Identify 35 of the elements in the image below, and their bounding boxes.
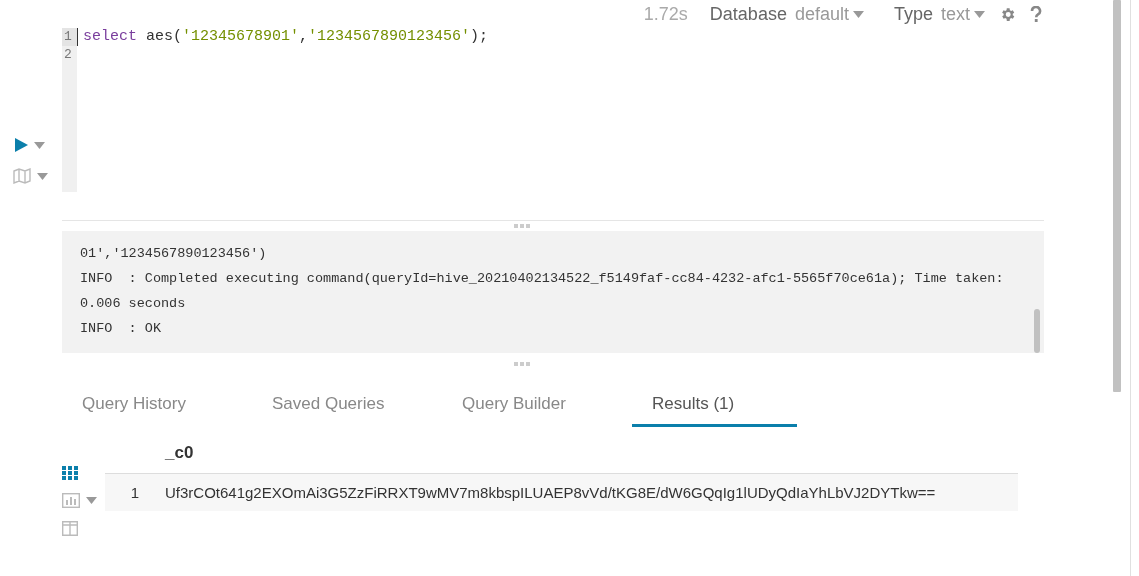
columns-icon[interactable] [62, 521, 78, 536]
query-duration: 1.72s [643, 3, 688, 25]
tab[interactable]: Query Builder [442, 383, 632, 427]
help-icon[interactable] [1030, 5, 1042, 23]
caret-icon [86, 497, 97, 504]
scrollbar-thumb[interactable] [1113, 0, 1121, 392]
row-number: 1 [129, 484, 141, 501]
database-label: Database [709, 3, 787, 25]
caret-icon [974, 10, 985, 18]
play-icon[interactable] [15, 138, 28, 152]
line-number: 2 [63, 46, 73, 64]
bar-chart-icon[interactable] [62, 493, 80, 508]
column-header[interactable]: _c0 [165, 443, 194, 463]
caret-icon [34, 141, 45, 149]
settings-icon[interactable] [999, 5, 1016, 23]
scrollbar-thumb[interactable] [1034, 309, 1040, 353]
log-line: 01','1234567890123456') [80, 245, 268, 263]
resize-handle-icon[interactable] [514, 362, 530, 366]
table-cell: Uf3rCOt641g2EXOmAi3G5ZzFiRRXT9wMV7m8kbspILUAEP8vVd/tKG8E/dW6GQqIg1lUDyQdIaYhLbVJ2DYTkw== [165, 484, 936, 501]
log-line: 0.006 seconds [80, 295, 187, 313]
type-label: Type [893, 3, 933, 25]
resize-handle-icon[interactable] [514, 224, 530, 228]
caret-icon [852, 10, 864, 18]
code-line: select aes('12345678901','1234567890123456'); [77, 28, 1044, 46]
database-dropdown[interactable]: default [794, 3, 864, 25]
map-icon[interactable] [12, 168, 31, 184]
type-dropdown[interactable]: text [941, 3, 985, 25]
tab[interactable]: Query History [62, 383, 252, 427]
log-line: INFO : Completed executing command(queryId=hive_20210402134522_f5149faf-cc84-4232-afc1-5565f70ce61a); Time taken: [80, 270, 1005, 288]
tab[interactable]: Saved Queries [252, 383, 442, 427]
caret-icon [36, 172, 48, 180]
log-line: INFO : OK [80, 320, 162, 338]
line-number: 1 [62, 28, 77, 46]
tab[interactable]: Results (1) [632, 383, 797, 427]
grid-icon[interactable] [62, 466, 78, 480]
